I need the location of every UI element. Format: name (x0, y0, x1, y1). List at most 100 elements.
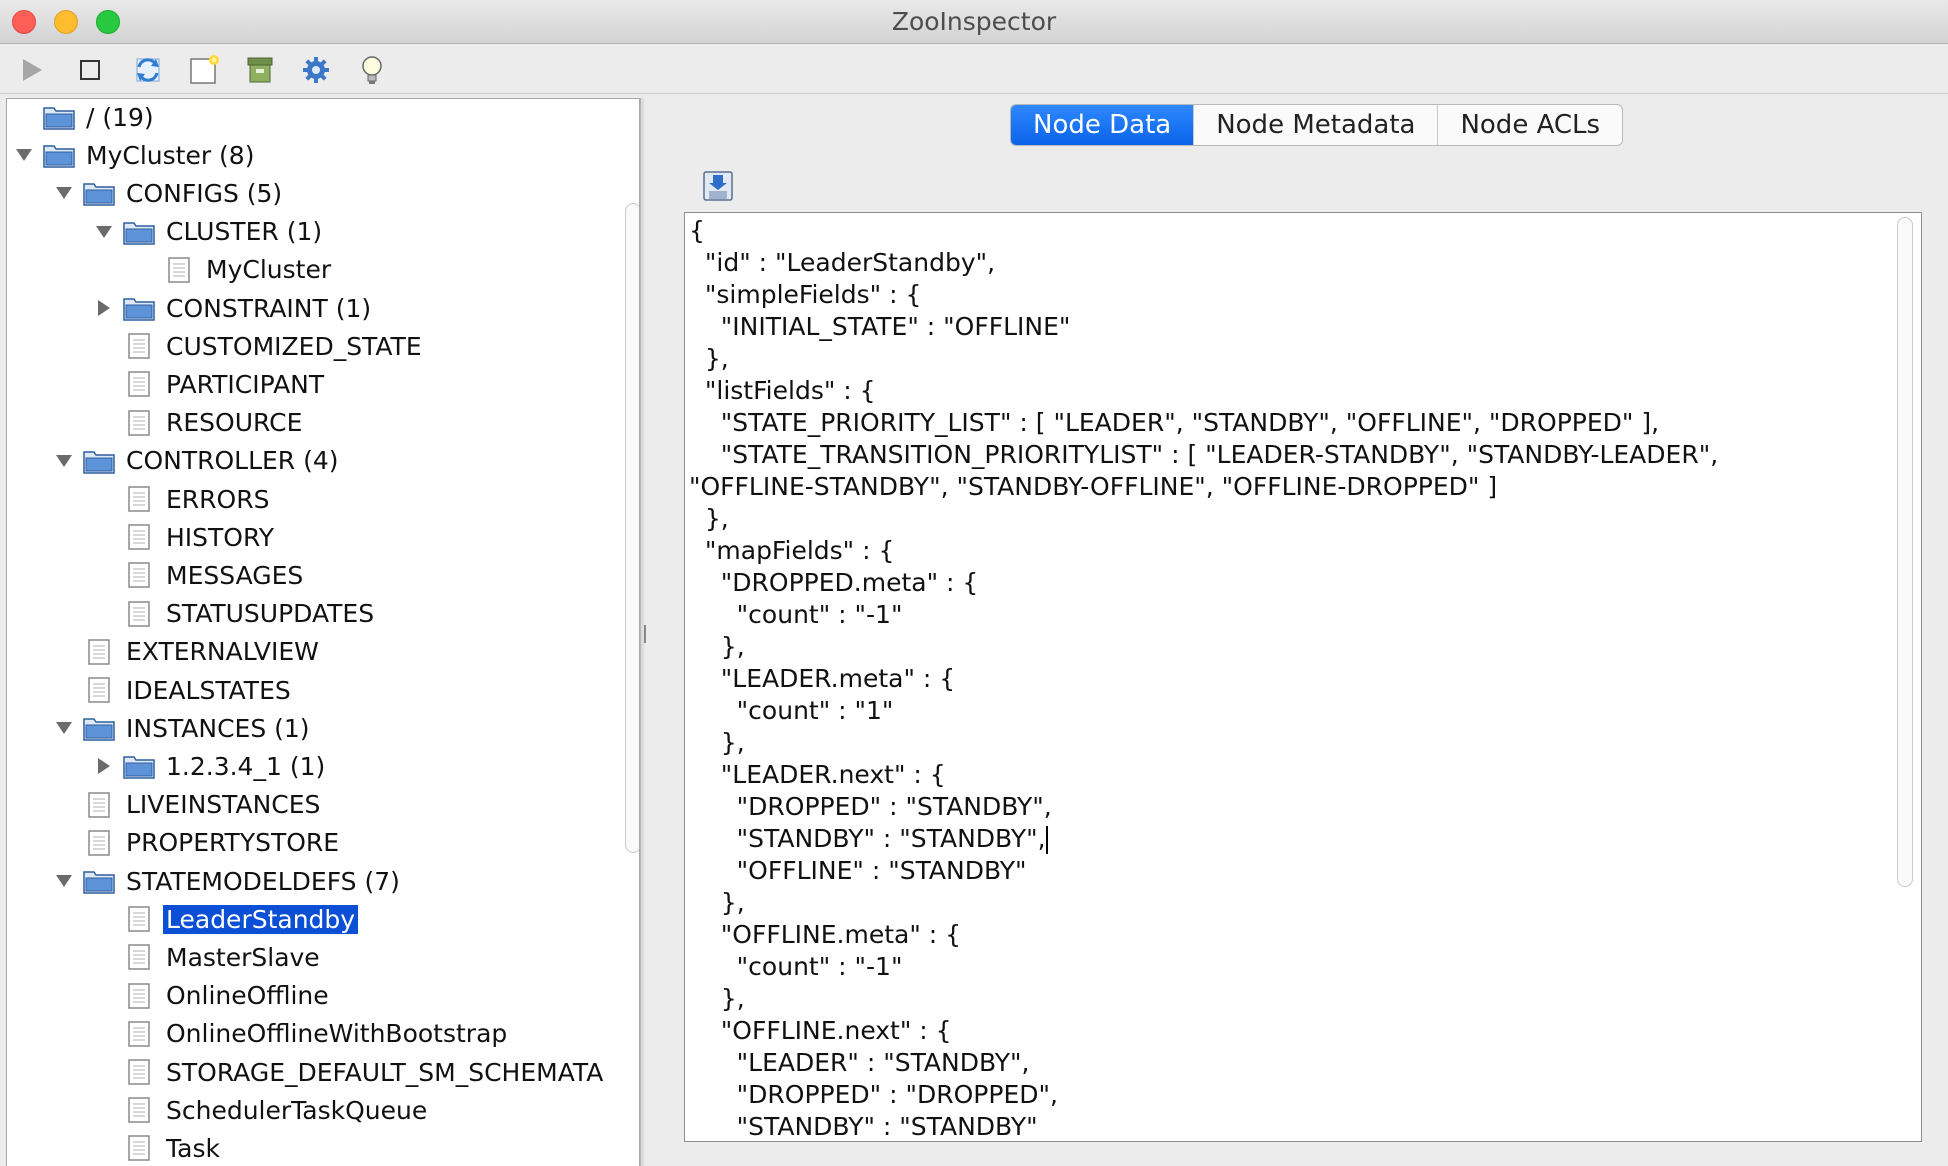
add-node-icon (190, 55, 219, 84)
tree-node[interactable]: CONFIGS (5) (53, 175, 285, 211)
expanded-arrow-icon[interactable] (53, 182, 75, 204)
code-line: }, (689, 344, 729, 373)
tree-node[interactable]: IDEALSTATES (53, 672, 294, 708)
folder-icon (43, 141, 75, 169)
collapsed-arrow-icon[interactable] (93, 755, 115, 777)
tree-node[interactable]: HISTORY (93, 519, 277, 555)
code-line: }, (689, 504, 729, 533)
tree-node-label: MyCluster (206, 255, 332, 285)
tree-node[interactable]: OnlineOffline (93, 978, 332, 1014)
tree-node[interactable]: CONSTRAINT (1) (93, 290, 374, 326)
tree-node-label: PARTICIPANT (166, 369, 325, 399)
file-icon (123, 982, 155, 1010)
tree-node-label: CONFIGS (5) (126, 178, 283, 208)
tree-node[interactable]: 1.2.3.4_1 (1) (93, 748, 328, 784)
tree-node-label: OnlineOfflineWithBootstrap (166, 1019, 508, 1049)
tree-node[interactable]: OnlineOfflineWithBootstrap (93, 1016, 510, 1052)
tree-node[interactable]: LeaderStandby (93, 901, 359, 937)
tree-node-label: / (19) (86, 102, 154, 132)
tree-node[interactable]: MasterSlave (93, 939, 323, 975)
code-line: "DROPPED" : "STANDBY", (689, 792, 1052, 821)
tab-node-data[interactable]: Node Data (1011, 105, 1195, 145)
code-line: }, (689, 888, 745, 917)
code-line: "DROPPED.meta" : { (689, 568, 979, 597)
tree-node[interactable]: EXTERNALVIEW (53, 634, 322, 670)
tree-node[interactable]: SchedulerTaskQueue (93, 1092, 430, 1128)
node-tree[interactable]: / (19) MyCluster (8) CONFIGS (5) CLUSTER (1… (6, 98, 640, 1166)
add-node-button[interactable] (184, 52, 224, 88)
delete-node-button[interactable] (240, 52, 280, 88)
folder-icon (83, 714, 115, 742)
file-icon (163, 256, 195, 284)
save-icon (703, 171, 733, 201)
tree-node-label: INSTANCES (1) (126, 713, 310, 743)
tab-node-acls[interactable]: Node ACLs (1438, 105, 1622, 145)
file-icon (123, 905, 155, 933)
code-line: "INITIAL_STATE" : "OFFLINE" (689, 312, 1071, 341)
about-icon (362, 56, 382, 84)
tree-node-label: HISTORY (166, 522, 275, 552)
about-button[interactable] (352, 52, 392, 88)
tree-node[interactable]: ERRORS (93, 481, 272, 517)
folder-icon (83, 447, 115, 475)
file-icon (123, 1134, 155, 1162)
tree-node[interactable]: INSTANCES (1) (53, 710, 313, 746)
tree-node[interactable]: STORAGE_DEFAULT_SM_SCHEMATA (93, 1054, 606, 1090)
tree-node-label: RESOURCE (166, 408, 303, 438)
expanded-arrow-icon[interactable] (53, 450, 75, 472)
expanded-arrow-icon[interactable] (53, 870, 75, 892)
node-data-editor[interactable]: { "id" : "LeaderStandby", "simpleFields"… (684, 212, 1922, 1142)
tree-node[interactable]: CLUSTER (1) (93, 214, 325, 250)
disconnect-button[interactable] (70, 52, 110, 88)
text-caret (1045, 826, 1048, 854)
disconnect-icon (80, 60, 100, 80)
tree-node-label: MasterSlave (166, 942, 320, 972)
tree-node[interactable]: MESSAGES (93, 557, 306, 593)
tree-node-label: PROPERTYSTORE (126, 828, 340, 858)
folder-icon (123, 294, 155, 322)
code-line: }, (689, 984, 745, 1013)
code-line: "simpleFields" : { (689, 280, 922, 309)
editor-scrollbar[interactable] (1897, 217, 1913, 887)
file-icon (123, 600, 155, 628)
tree-node[interactable]: RESOURCE (93, 405, 305, 441)
tree-node[interactable]: STATUSUPDATES (93, 596, 377, 632)
tree-scrollbar[interactable] (625, 203, 639, 853)
expanded-arrow-icon[interactable] (13, 144, 35, 166)
code-line: { (689, 216, 705, 245)
folder-icon (43, 103, 75, 131)
expanded-arrow-icon[interactable] (53, 717, 75, 739)
delete-node-icon (247, 57, 273, 83)
tree-node[interactable]: PROPERTYSTORE (53, 825, 342, 861)
code-line: "STATE_PRIORITY_LIST" : [ "LEADER", "STA… (689, 408, 1660, 437)
file-icon (83, 829, 115, 857)
node-data-text[interactable]: { "id" : "LeaderStandby", "simpleFields"… (685, 213, 1921, 1141)
connect-button[interactable] (12, 52, 52, 88)
file-icon (123, 332, 155, 360)
tree-node-label: CLUSTER (1) (166, 217, 323, 247)
tree-node[interactable]: Task (93, 1130, 223, 1166)
tree-node-label: STATEMODELDEFS (7) (126, 866, 400, 896)
window-title: ZooInspector (891, 7, 1057, 36)
collapsed-arrow-icon[interactable] (93, 297, 115, 319)
folder-icon (123, 218, 155, 246)
tree-node[interactable]: CONTROLLER (4) (53, 443, 342, 479)
settings-button[interactable] (296, 52, 336, 88)
tab-node-metadata[interactable]: Node Metadata (1194, 105, 1439, 145)
refresh-button[interactable] (128, 52, 168, 88)
code-line: "id" : "LeaderStandby", (689, 248, 996, 277)
folder-icon (83, 179, 115, 207)
title-bar: ZooInspector (0, 0, 1948, 44)
tree-node[interactable]: MyCluster (8) (13, 137, 257, 173)
tree-node[interactable]: CUSTOMIZED_STATE (93, 328, 425, 364)
expanded-arrow-icon[interactable] (93, 221, 115, 243)
save-data-button[interactable] (700, 168, 736, 204)
tree-node[interactable]: PARTICIPANT (93, 366, 327, 402)
tree-node[interactable]: LIVEINSTANCES (53, 787, 323, 823)
tree-node[interactable]: MyCluster (133, 252, 334, 288)
connect-icon (23, 59, 42, 81)
tree-node[interactable]: / (19) (13, 99, 157, 135)
tree-node-label: CONSTRAINT (1) (166, 293, 372, 323)
tree-node[interactable]: STATEMODELDEFS (7) (53, 863, 403, 899)
file-icon (123, 1058, 155, 1086)
